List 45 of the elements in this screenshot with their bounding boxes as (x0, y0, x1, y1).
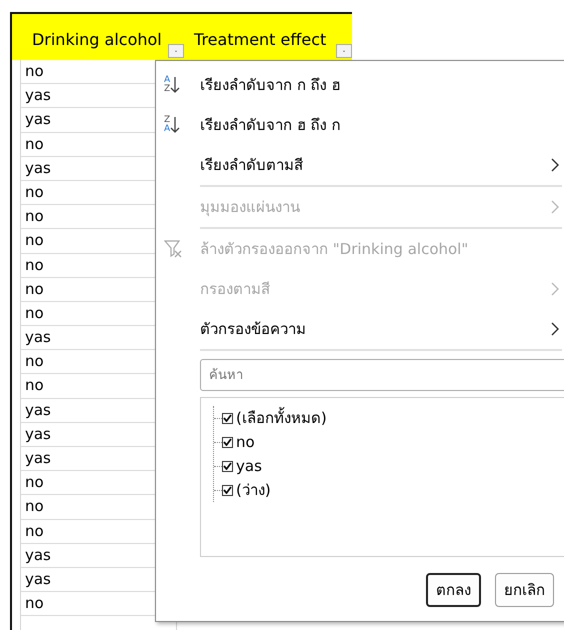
table-cell: no (24, 256, 44, 274)
column-header: Treatment effect (194, 30, 326, 49)
checkbox[interactable] (222, 436, 233, 448)
chevron-icon (551, 282, 560, 296)
table-cell: no (24, 497, 44, 516)
table-cell: no (24, 594, 44, 612)
table-cell: no (24, 134, 44, 153)
table-cell: no (24, 376, 44, 394)
table-cell: yas (24, 400, 51, 419)
table-cell: yas (24, 546, 51, 564)
checkbox-label: yas (236, 456, 262, 477)
search-field[interactable]: ค้นหา (200, 359, 564, 391)
checkbox[interactable] (222, 484, 233, 496)
table-cell: yas (24, 449, 51, 467)
ok-button[interactable]: ตกลง (426, 573, 481, 607)
table-cell: yas (24, 570, 51, 588)
menu-item[interactable]: เรียงลำดับตามสี (156, 145, 564, 185)
table-cell: yas (24, 328, 51, 346)
menu-item[interactable]: ตัวกรองข้อความ (156, 309, 564, 349)
table-cell: no (24, 352, 44, 370)
checkbox[interactable] (222, 460, 233, 472)
checkbox-label: no (236, 432, 255, 453)
column-header: Drinking alcohol (32, 30, 162, 49)
cancel-button[interactable]: ยกเลิก (495, 573, 554, 607)
table-cell: no (24, 62, 44, 80)
checkbox[interactable] (222, 412, 233, 424)
table-cell: no (24, 522, 44, 540)
clear-filter-icon (164, 239, 184, 259)
checkbox-label: (ว่าง) (236, 480, 271, 501)
table-cell: no (24, 231, 44, 250)
table-cell: no (24, 304, 44, 322)
chevron-icon (551, 322, 560, 336)
table-cell: no (24, 182, 44, 201)
checkbox-label: (เลือกทั้งหมด) (236, 406, 327, 429)
table-cell: yas (24, 110, 51, 128)
table-cell: yas (24, 158, 51, 177)
table-cell: yas (24, 86, 51, 104)
table-cell: no (24, 473, 44, 492)
menu-item[interactable]: A Z เรียงลำดับจาก ก ถึง ฮ (156, 65, 564, 105)
table-cell: yas (24, 424, 51, 443)
table-cell: no (24, 207, 44, 226)
chevron-icon (551, 158, 560, 172)
table-cell: no (24, 280, 44, 298)
menu-item[interactable]: Z A เรียงลำดับจาก ฮ ถึง ก (156, 105, 564, 145)
chevron-icon (551, 200, 560, 214)
